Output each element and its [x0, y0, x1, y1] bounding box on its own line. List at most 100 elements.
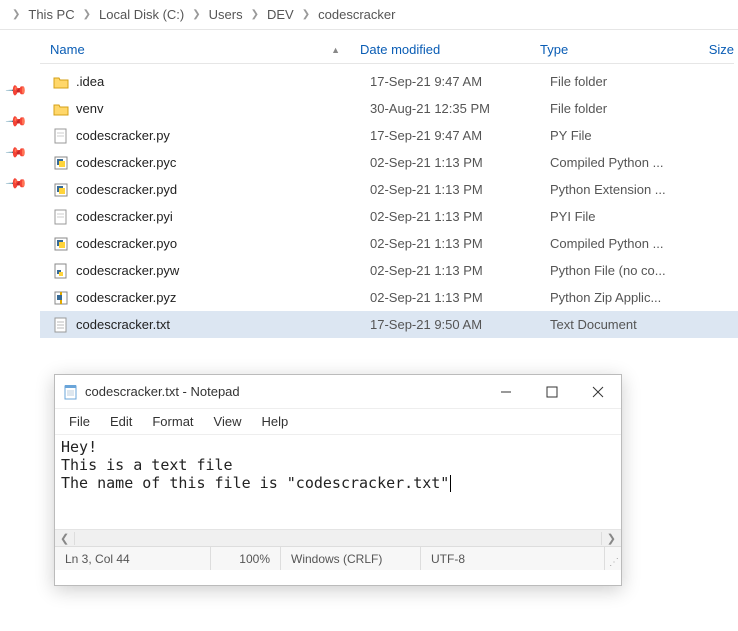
- notepad-text-content: Hey! This is a text file The name of thi…: [61, 438, 449, 492]
- file-type: File folder: [550, 74, 700, 89]
- txt-icon: [50, 317, 72, 333]
- breadcrumb[interactable]: ❯ This PC ❯ Local Disk (C:) ❯ Users ❯ DE…: [0, 0, 738, 30]
- file-date: 17-Sep-21 9:47 AM: [370, 74, 550, 89]
- file-name: codescracker.pyc: [72, 155, 176, 170]
- file-type: PY File: [550, 128, 700, 143]
- column-name[interactable]: Name ▲: [40, 42, 360, 57]
- file-type: File folder: [550, 101, 700, 116]
- file-name: codescracker.pyd: [72, 182, 177, 197]
- pyexe-icon: [50, 182, 72, 198]
- crumb-local-disk[interactable]: Local Disk (C:): [95, 5, 188, 24]
- crumb-dev[interactable]: DEV: [263, 5, 298, 24]
- file-row[interactable]: codescracker.py 17-Sep-21 9:47 AMPY File: [40, 122, 738, 149]
- file-name-cell: codescracker.pyw: [50, 263, 370, 279]
- file-list: 📌 📌 📌 📌 Name ▲ Date modified Type Size .…: [0, 30, 738, 338]
- chevron-right-icon: ❯: [247, 9, 263, 20]
- file-name-cell: codescracker.pyd: [50, 182, 370, 198]
- column-headers: Name ▲ Date modified Type Size: [40, 42, 734, 64]
- file-name: codescracker.pyw: [72, 263, 179, 278]
- file-row[interactable]: venv30-Aug-21 12:35 PMFile folder: [40, 95, 738, 122]
- menu-edit[interactable]: Edit: [102, 411, 140, 432]
- scroll-right-icon[interactable]: ❯: [601, 532, 621, 545]
- notepad-icon: [63, 384, 79, 400]
- crumb-this-pc[interactable]: This PC: [24, 5, 78, 24]
- file-date: 02-Sep-21 1:13 PM: [370, 182, 550, 197]
- file-name-cell: codescracker.txt: [50, 317, 370, 333]
- file-name-cell: codescracker.pyz: [50, 290, 370, 306]
- resize-grip-icon[interactable]: ⋰: [605, 547, 621, 570]
- column-size[interactable]: Size: [690, 42, 734, 57]
- menu-file[interactable]: File: [61, 411, 98, 432]
- scroll-left-icon[interactable]: ❮: [55, 532, 75, 545]
- file-name: codescracker.pyi: [72, 209, 173, 224]
- notepad-statusbar: Ln 3, Col 44 100% Windows (CRLF) UTF-8 ⋰: [55, 546, 621, 570]
- file-name-cell: codescracker.pyo: [50, 236, 370, 252]
- file-row[interactable]: codescracker.pyi02-Sep-21 1:13 PMPYI Fil…: [40, 203, 738, 230]
- file-type: Compiled Python ...: [550, 155, 700, 170]
- file-row[interactable]: codescracker.pyd 02-Sep-21 1:13 PMPython …: [40, 176, 738, 203]
- file-icon: [50, 128, 72, 144]
- file-date: 02-Sep-21 1:13 PM: [370, 209, 550, 224]
- file-row[interactable]: codescracker.pyc02-Sep-21 1:13 PMCompile…: [40, 149, 738, 176]
- maximize-button[interactable]: [529, 375, 575, 408]
- pin-icon: 📌: [5, 109, 29, 133]
- pyexe-icon: [50, 155, 72, 171]
- file-name-cell: venv: [50, 101, 370, 117]
- file-type: Python File (no co...: [550, 263, 700, 278]
- file-name-cell: codescracker.pyi: [50, 209, 370, 225]
- file-type: Text Document: [550, 317, 700, 332]
- file-name: codescracker.txt: [72, 317, 170, 332]
- file-row[interactable]: codescracker.txt 17-Sep-21 9:50 AMText Do…: [40, 311, 738, 338]
- pyexe-icon: [50, 236, 72, 252]
- column-type[interactable]: Type: [540, 42, 690, 57]
- menu-format[interactable]: Format: [144, 411, 201, 432]
- file-rows: .idea17-Sep-21 9:47 AMFile foldervenv30-…: [40, 68, 738, 338]
- menu-help[interactable]: Help: [253, 411, 296, 432]
- minimize-button[interactable]: [483, 375, 529, 408]
- notepad-titlebar[interactable]: codescracker.txt - Notepad: [55, 375, 621, 409]
- file-type: Python Zip Applic...: [550, 290, 700, 305]
- file-date: 17-Sep-21 9:50 AM: [370, 317, 550, 332]
- pin-icon: 📌: [5, 78, 29, 102]
- quick-access-pins: 📌 📌 📌 📌: [8, 82, 25, 192]
- column-date[interactable]: Date modified: [360, 42, 540, 57]
- file-name: codescracker.pyz: [72, 290, 176, 305]
- file-row[interactable]: codescracker.pyz02-Sep-21 1:13 PMPython …: [40, 284, 738, 311]
- menu-view[interactable]: View: [206, 411, 250, 432]
- sort-asc-icon: ▲: [331, 45, 340, 55]
- notepad-textarea[interactable]: Hey! This is a text file The name of thi…: [55, 435, 621, 529]
- file-name-cell: codescracker.pyc: [50, 155, 370, 171]
- file-row[interactable]: codescracker.pyo02-Sep-21 1:13 PMCompile…: [40, 230, 738, 257]
- chevron-right-icon: ❯: [298, 9, 314, 20]
- text-cursor: [450, 475, 451, 492]
- folder-icon: [50, 74, 72, 90]
- status-position: Ln 3, Col 44: [55, 547, 211, 570]
- file-type: Python Extension ...: [550, 182, 700, 197]
- notepad-title: codescracker.txt - Notepad: [85, 384, 240, 399]
- column-name-label: Name: [50, 42, 85, 57]
- notepad-scrollbar[interactable]: ❮ ❯: [55, 529, 621, 546]
- file-name-cell: codescracker.py: [50, 128, 370, 144]
- chevron-right-icon: ❯: [79, 9, 95, 20]
- file-row[interactable]: .idea17-Sep-21 9:47 AMFile folder: [40, 68, 738, 95]
- pyfile-icon: [50, 263, 72, 279]
- file-name-cell: .idea: [50, 74, 370, 90]
- chevron-right-icon: ❯: [188, 9, 204, 20]
- file-name: venv: [72, 101, 103, 116]
- notepad-menu: File Edit Format View Help: [55, 409, 621, 435]
- chevron-right-icon: ❯: [8, 9, 24, 20]
- file-date: 02-Sep-21 1:13 PM: [370, 263, 550, 278]
- pyzip-icon: [50, 290, 72, 306]
- close-button[interactable]: [575, 375, 621, 408]
- file-type: Compiled Python ...: [550, 236, 700, 251]
- file-row[interactable]: codescracker.pyw 02-Sep-21 1:13 PMPython …: [40, 257, 738, 284]
- window-controls: [483, 375, 621, 408]
- file-name: codescracker.py: [72, 128, 170, 143]
- crumb-codescracker[interactable]: codescracker: [314, 5, 399, 24]
- file-name: codescracker.pyo: [72, 236, 177, 251]
- status-eol: Windows (CRLF): [281, 547, 421, 570]
- pin-icon: 📌: [5, 171, 29, 195]
- file-date: 17-Sep-21 9:47 AM: [370, 128, 550, 143]
- status-zoom: 100%: [211, 547, 281, 570]
- crumb-users[interactable]: Users: [205, 5, 247, 24]
